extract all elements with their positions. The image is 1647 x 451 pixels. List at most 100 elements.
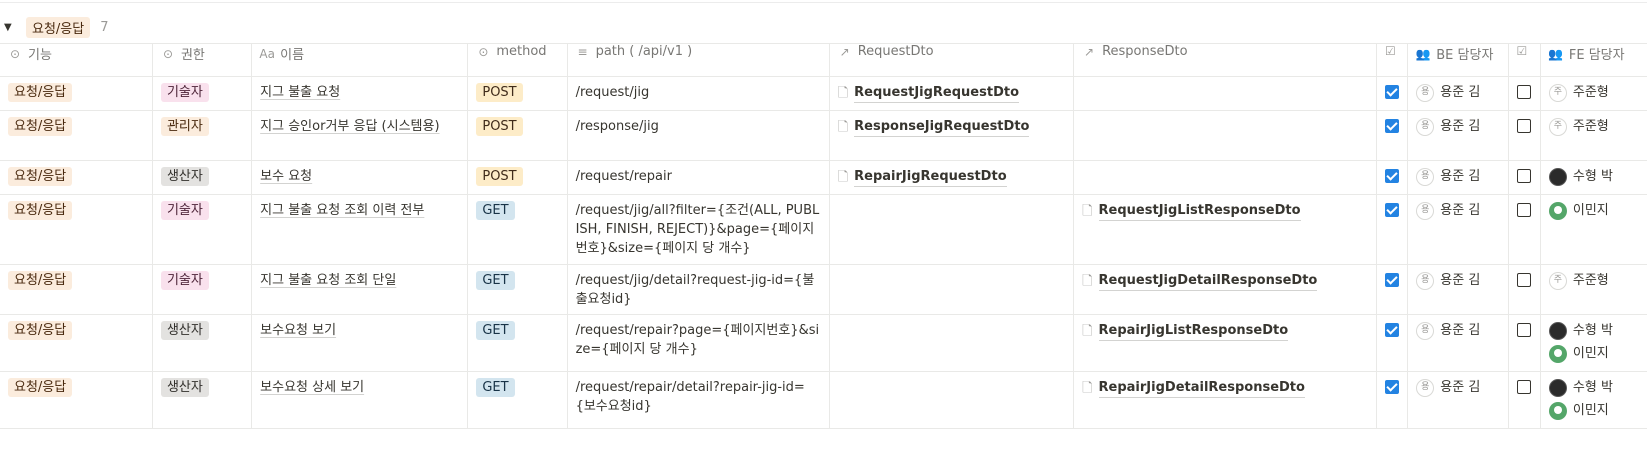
cell-response-dto[interactable] <box>1073 110 1377 161</box>
cell-be-person[interactable]: 용 용준 김 <box>1407 194 1509 265</box>
row-title[interactable]: 지그 불출 요청 조회 단일 <box>260 273 396 288</box>
column-header[interactable]: ⊙ 권한 <box>152 43 253 77</box>
row-title[interactable]: 지그 승인or거부 응답 (시스템용) <box>260 119 439 134</box>
column-header[interactable]: Aa 이름 <box>251 43 469 77</box>
be-done-checkbox[interactable] <box>1384 323 1399 337</box>
cell-response-dto[interactable]: 🗋 RepairJigListResponseDto <box>1073 314 1377 372</box>
cell-feature[interactable]: 요청/응답 <box>0 264 153 315</box>
response-dto-link[interactable]: 🗋 RequestJigDetailResponseDto <box>1082 271 1368 291</box>
be-assignee[interactable]: 용 용준 김 <box>1416 201 1499 220</box>
be-done-checkbox[interactable] <box>1384 203 1399 217</box>
cell-path[interactable]: /request/repair <box>567 160 830 195</box>
fe-assignee[interactable]: 수형 박 <box>1548 167 1639 186</box>
cell-fe-person[interactable]: 주 주준형 <box>1540 76 1647 111</box>
cell-be-person[interactable]: 용 용준 김 <box>1407 110 1509 161</box>
column-header[interactable]: ↗ ResponseDto <box>1073 43 1377 77</box>
be-done-checkbox[interactable] <box>1384 380 1399 394</box>
cell-fe-check[interactable] <box>1508 371 1541 429</box>
fe-assignee[interactable]: 이민지 <box>1548 201 1639 220</box>
cell-method[interactable]: GET <box>467 194 568 265</box>
fe-done-checkbox[interactable] <box>1516 273 1531 287</box>
fe-assignee[interactable]: 이민지 <box>1548 401 1639 420</box>
cell-name[interactable]: 보수 요청 <box>251 160 469 195</box>
response-dto-link[interactable]: 🗋 RequestJigListResponseDto <box>1082 201 1368 221</box>
cell-request-dto[interactable]: 🗋 ResponseJigRequestDto <box>829 110 1075 161</box>
be-done-checkbox[interactable] <box>1384 85 1399 99</box>
table-row[interactable]: 요청/응답 기술자 지그 불출 요청 조회 이력 전부 GET/request/jig… <box>0 194 1647 265</box>
column-header[interactable]: ⊙ 기능 <box>0 43 153 77</box>
cell-fe-check[interactable] <box>1508 160 1541 195</box>
cell-method[interactable]: POST <box>467 160 568 195</box>
cell-name[interactable]: 보수요청 보기 <box>251 314 469 372</box>
cell-request-dto[interactable] <box>829 264 1075 315</box>
cell-fe-check[interactable] <box>1508 110 1541 161</box>
toggle-triangle-icon[interactable]: ▼ <box>4 22 18 33</box>
cell-be-check[interactable] <box>1376 371 1409 429</box>
group-label[interactable]: 요청/응답 <box>26 16 91 38</box>
be-assignee[interactable]: 용 용준 김 <box>1416 271 1499 290</box>
cell-be-person[interactable]: 용 용준 김 <box>1407 314 1509 372</box>
be-done-checkbox[interactable] <box>1384 119 1399 133</box>
column-header[interactable]: ↗ RequestDto <box>829 43 1075 77</box>
fe-done-checkbox[interactable] <box>1516 169 1531 183</box>
cell-be-check[interactable] <box>1376 160 1409 195</box>
cell-be-check[interactable] <box>1376 194 1409 265</box>
fe-done-checkbox[interactable] <box>1516 119 1531 133</box>
cell-fe-check[interactable] <box>1508 194 1541 265</box>
be-assignee[interactable]: 용 용준 김 <box>1416 83 1499 102</box>
row-title[interactable]: 보수요청 보기 <box>260 323 336 338</box>
cell-name[interactable]: 지그 불출 요청 <box>251 76 469 111</box>
cell-fe-check[interactable] <box>1508 314 1541 372</box>
response-dto-link[interactable]: 🗋 RepairJigListResponseDto <box>1082 321 1368 341</box>
cell-method[interactable]: GET <box>467 264 568 315</box>
request-dto-link[interactable]: 🗋 ResponseJigRequestDto <box>838 117 1065 137</box>
be-done-checkbox[interactable] <box>1384 273 1399 287</box>
fe-assignee[interactable]: 주 주준형 <box>1548 271 1639 290</box>
column-header[interactable]: 👥 FE 담당자 <box>1540 43 1647 77</box>
table-row[interactable]: 요청/응답 기술자 지그 불출 요청 조회 단일 GET/request/jig/de… <box>0 264 1647 315</box>
cell-role[interactable]: 기술자 <box>152 194 253 265</box>
fe-assignee[interactable]: 수형 박 <box>1548 321 1639 340</box>
cell-role[interactable]: 관리자 <box>152 110 253 161</box>
fe-assignee[interactable]: 수형 박 <box>1548 378 1639 397</box>
cell-be-check[interactable] <box>1376 110 1409 161</box>
table-row[interactable]: 요청/응답 기술자 지그 불출 요청 POST/request/jig 🗋 Request… <box>0 76 1647 111</box>
table-row[interactable]: 요청/응답 생산자 보수요청 상세 보기 GET/request/repair/det… <box>0 371 1647 429</box>
be-assignee[interactable]: 용 용준 김 <box>1416 117 1499 136</box>
cell-fe-person[interactable]: 수형 박이민지 <box>1540 371 1647 429</box>
table-row[interactable]: 요청/응답 생산자 보수 요청 POST/request/repair 🗋 RepairJ… <box>0 160 1647 195</box>
cell-feature[interactable]: 요청/응답 <box>0 110 153 161</box>
fe-assignee[interactable]: 주 주준형 <box>1548 83 1639 102</box>
cell-path[interactable]: /request/repair?page={페이지번호}&size={페이지 당… <box>567 314 830 372</box>
cell-response-dto[interactable] <box>1073 76 1377 111</box>
cell-feature[interactable]: 요청/응답 <box>0 371 153 429</box>
cell-fe-check[interactable] <box>1508 264 1541 315</box>
cell-be-person[interactable]: 용 용준 김 <box>1407 160 1509 195</box>
cell-name[interactable]: 지그 불출 요청 조회 이력 전부 <box>251 194 469 265</box>
cell-request-dto[interactable] <box>829 194 1075 265</box>
cell-request-dto[interactable]: 🗋 RepairJigRequestDto <box>829 160 1075 195</box>
cell-fe-person[interactable]: 이민지 <box>1540 194 1647 265</box>
cell-path[interactable]: /request/jig/all?filter={조건(ALL, PUBLISH… <box>567 194 830 265</box>
row-title[interactable]: 보수 요청 <box>260 169 312 184</box>
row-title[interactable]: 보수요청 상세 보기 <box>260 380 364 395</box>
cell-role[interactable]: 기술자 <box>152 76 253 111</box>
cell-request-dto[interactable] <box>829 371 1075 429</box>
cell-fe-person[interactable]: 수형 박 <box>1540 160 1647 195</box>
cell-be-person[interactable]: 용 용준 김 <box>1407 76 1509 111</box>
cell-role[interactable]: 생산자 <box>152 314 253 372</box>
cell-path[interactable]: /request/jig <box>567 76 830 111</box>
column-header[interactable]: 👥 BE 담당자 <box>1407 43 1509 77</box>
row-title[interactable]: 지그 불출 요청 <box>260 85 340 100</box>
cell-role[interactable]: 생산자 <box>152 160 253 195</box>
be-assignee[interactable]: 용 용준 김 <box>1416 378 1499 397</box>
cell-role[interactable]: 생산자 <box>152 371 253 429</box>
cell-method[interactable]: GET <box>467 371 568 429</box>
cell-path[interactable]: /request/jig/detail?request-jig-id={불출요청… <box>567 264 830 315</box>
row-title[interactable]: 지그 불출 요청 조회 이력 전부 <box>260 203 424 218</box>
cell-be-person[interactable]: 용 용준 김 <box>1407 264 1509 315</box>
fe-done-checkbox[interactable] <box>1516 85 1531 99</box>
cell-feature[interactable]: 요청/응답 <box>0 76 153 111</box>
fe-done-checkbox[interactable] <box>1516 323 1531 337</box>
cell-method[interactable]: GET <box>467 314 568 372</box>
